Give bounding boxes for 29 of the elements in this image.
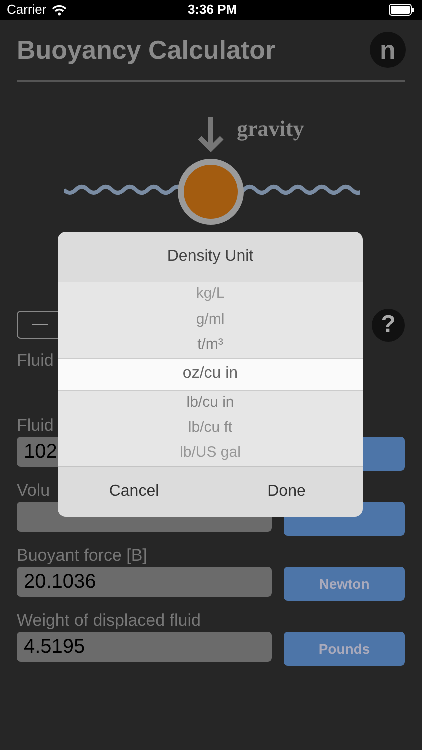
picker-option[interactable]: oz/cu in	[58, 358, 363, 390]
unit-button[interactable]: Newton	[284, 567, 405, 601]
field-label: Weight of displaced fluid	[17, 610, 201, 632]
field-label: Volu	[17, 480, 50, 502]
logo-badge[interactable]: n	[370, 32, 406, 68]
picker-option[interactable]: lb/cu in	[58, 390, 363, 416]
battery-icon	[389, 4, 415, 16]
value-field[interactable]: 20.1036	[17, 567, 272, 597]
value-field[interactable]: 4.5195	[17, 632, 272, 662]
picker-option[interactable]: lb/US gal	[58, 440, 363, 466]
field-label: Fluid	[17, 350, 54, 372]
wifi-icon	[52, 4, 67, 16]
unit-picker[interactable]: kg/L g/ml t/m³ oz/cu in lb/cu in lb/cu ft lb/US gal	[58, 282, 363, 466]
cancel-button[interactable]: Cancel	[58, 467, 210, 517]
carrier-text: Carrier	[7, 1, 47, 20]
picker-option[interactable]: t/m³	[58, 332, 363, 358]
help-icon[interactable]: ?	[372, 308, 405, 342]
picker-option[interactable]: kg/L	[58, 282, 363, 308]
field-label: Buoyant force [B]	[17, 545, 148, 567]
field-label: Fluid	[17, 415, 54, 437]
unit-button[interactable]: Pounds	[284, 632, 405, 666]
picker-option[interactable]: g/ml	[58, 307, 363, 332]
app-title: Buoyancy Calculator	[17, 34, 276, 66]
gravity-label: gravity	[237, 115, 304, 143]
done-button[interactable]: Done	[210, 467, 363, 517]
picker-option[interactable]: lb/cu ft	[58, 416, 363, 441]
dialog-title: Density Unit	[166, 247, 255, 267]
clock-text: 3:36 PM	[188, 1, 238, 20]
down-arrow-icon	[196, 115, 226, 153]
